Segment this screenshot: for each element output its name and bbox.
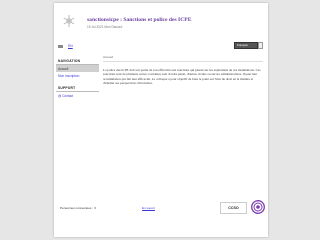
footer-link[interactable]: En savoir (142, 206, 155, 210)
navigation-heading: NAVIGATION (56, 58, 99, 65)
site-subtitle: 19 Jul 2021 Mon Discord (87, 25, 123, 29)
badge-logo-icon[interactable] (251, 200, 265, 214)
site-title[interactable]: sanctionsicpe : Sanctions et police des … (87, 17, 191, 23)
sidebar: NAVIGATION Accueil Mon inscription SUPPO… (56, 58, 99, 99)
partner-logo[interactable]: CCSO (220, 202, 247, 214)
users-online-text: Personnes connectées : 3 (60, 206, 96, 210)
breadcrumb[interactable]: Accueil (103, 55, 263, 62)
site-header: sanctionsicpe : Sanctions et police des … (54, 3, 268, 35)
sidebar-item-mon-inscription[interactable]: Mon inscription (56, 72, 99, 79)
support-heading: SUPPORT (56, 85, 99, 92)
article-text: La police des ICPE doit son partie de so… (103, 68, 261, 86)
top-bar: EN Français (54, 39, 268, 53)
language-go-button[interactable] (258, 42, 263, 49)
footer: Personnes connectées : 3 En savoir CCSO (60, 198, 265, 218)
sidebar-item-accueil[interactable]: Accueil (56, 65, 99, 72)
snowflake-logo-icon[interactable] (62, 14, 76, 28)
language-select[interactable]: Français (234, 42, 258, 49)
main-content: Accueil La police des ICPE doit son part… (103, 55, 263, 86)
sidebar-item-contact[interactable]: @ Contact (56, 92, 99, 99)
page-container: sanctionsicpe : Sanctions et police des … (54, 3, 268, 237)
home-icon[interactable] (58, 44, 63, 48)
language-link[interactable]: EN (68, 44, 73, 48)
